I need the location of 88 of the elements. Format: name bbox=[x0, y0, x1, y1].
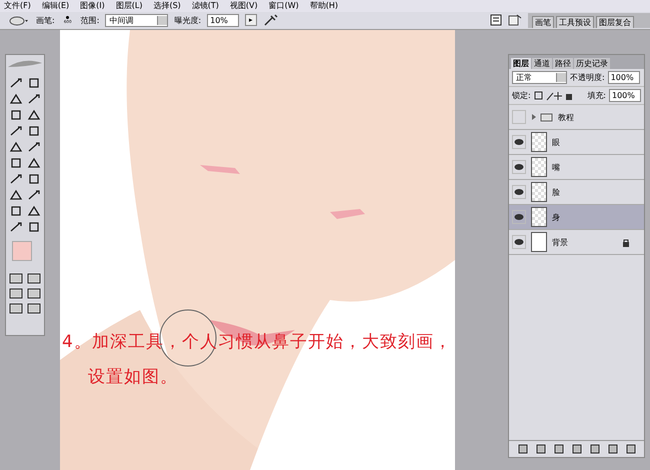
eye-icon bbox=[514, 163, 524, 171]
menu-item[interactable]: 窗口(W) bbox=[268, 0, 299, 12]
layer-thumbnail bbox=[531, 182, 547, 202]
mode-icon[interactable] bbox=[27, 303, 41, 314]
visibility-toggle[interactable] bbox=[512, 185, 526, 199]
airbrush-icon[interactable] bbox=[263, 13, 280, 28]
visibility-toggle[interactable] bbox=[512, 235, 526, 249]
panel-tab[interactable]: 图层 bbox=[511, 58, 531, 69]
tool-icon[interactable] bbox=[9, 125, 23, 137]
tool-icon[interactable] bbox=[9, 221, 23, 233]
visibility-toggle[interactable] bbox=[512, 210, 526, 224]
menu-item[interactable]: 图像(I) bbox=[80, 0, 105, 12]
fill-field[interactable]: 100% bbox=[609, 89, 641, 102]
exposure-label: 曝光度: bbox=[174, 14, 202, 26]
visibility-toggle[interactable] bbox=[512, 160, 526, 174]
visibility-toggle[interactable] bbox=[512, 110, 526, 124]
tool-icon[interactable] bbox=[9, 205, 23, 217]
palette-tab[interactable]: 画笔 bbox=[532, 16, 554, 28]
menu-item[interactable]: 选择(S) bbox=[153, 0, 181, 12]
layer-thumbnail bbox=[531, 232, 547, 252]
layer-thumbnail bbox=[531, 132, 547, 152]
layer-row[interactable]: 背景 bbox=[509, 230, 644, 255]
tool-icon[interactable] bbox=[9, 93, 23, 105]
palette-tab[interactable]: 工具预设 bbox=[556, 16, 594, 28]
blend-mode-dropdown[interactable]: 正常 bbox=[512, 71, 567, 84]
menu-item[interactable]: 编辑(E) bbox=[42, 0, 70, 12]
layer-thumbnail bbox=[531, 157, 547, 177]
eye-icon bbox=[514, 238, 524, 246]
layer-row[interactable]: 眼 bbox=[509, 130, 644, 155]
tool-icon[interactable] bbox=[9, 109, 23, 121]
visibility-toggle[interactable] bbox=[512, 135, 526, 149]
foreground-color-swatch[interactable] bbox=[12, 241, 32, 261]
eye-icon bbox=[514, 188, 524, 196]
tool-icon[interactable] bbox=[27, 189, 41, 201]
tool-icon[interactable] bbox=[27, 221, 41, 233]
tool-icon[interactable] bbox=[9, 77, 23, 89]
layer-thumbnail bbox=[531, 207, 547, 227]
tool-icon[interactable] bbox=[27, 77, 41, 89]
lock-icon bbox=[622, 238, 630, 246]
tool-icon[interactable] bbox=[27, 125, 41, 137]
fill-label: 填充: bbox=[587, 90, 606, 101]
layer-name: 脸 bbox=[552, 186, 560, 198]
opacity-label: 不透明度: bbox=[570, 72, 605, 83]
menu-item[interactable]: 视图(V) bbox=[230, 0, 258, 12]
folder-icon bbox=[531, 112, 553, 122]
mode-icon[interactable] bbox=[27, 273, 41, 284]
eye-icon bbox=[514, 213, 524, 221]
mode-icon[interactable] bbox=[9, 273, 23, 284]
tool-icon[interactable] bbox=[9, 173, 23, 185]
tool-icon[interactable] bbox=[27, 205, 41, 217]
lock-options-icon[interactable] bbox=[534, 90, 574, 100]
panel-tab[interactable]: 通道 bbox=[532, 58, 552, 69]
layer-name: 教程 bbox=[558, 112, 574, 122]
document-icon[interactable] bbox=[508, 14, 522, 26]
tool-icon[interactable] bbox=[9, 189, 23, 201]
opacity-field[interactable]: 100% bbox=[608, 71, 640, 84]
layer-row[interactable]: 教程 bbox=[509, 105, 644, 130]
caption-text: 设置如图。 bbox=[88, 366, 179, 388]
tool-icon[interactable] bbox=[27, 141, 41, 153]
exposure-field[interactable]: 10% bbox=[207, 14, 240, 27]
tool-icon[interactable] bbox=[27, 93, 41, 105]
menu-item[interactable]: 图层(L) bbox=[116, 0, 142, 12]
tool-icon[interactable] bbox=[27, 157, 41, 169]
layer-row[interactable]: 身 bbox=[509, 205, 644, 230]
layer-row[interactable]: 嘴 bbox=[509, 155, 644, 180]
panel-tab[interactable]: 路径 bbox=[553, 58, 573, 69]
brush-label: 画笔: bbox=[36, 14, 55, 26]
tool-icon[interactable] bbox=[27, 109, 41, 121]
lock-label: 锁定: bbox=[512, 90, 531, 101]
palette-tab[interactable]: 图层复合 bbox=[596, 16, 634, 28]
menu-item[interactable]: 滤镜(T) bbox=[192, 0, 219, 12]
menu-item[interactable]: 帮助(H) bbox=[310, 0, 338, 12]
mode-icon[interactable] bbox=[27, 288, 41, 299]
range-dropdown[interactable]: 中间调 bbox=[105, 14, 168, 27]
menu-item[interactable]: 文件(F) bbox=[4, 0, 31, 12]
tool-icon[interactable] bbox=[27, 173, 41, 185]
layer-name: 眼 bbox=[552, 136, 560, 148]
tool-icon[interactable] bbox=[9, 141, 23, 153]
panel-tab[interactable]: 历史记录 bbox=[574, 58, 610, 69]
layer-name: 嘴 bbox=[552, 162, 560, 172]
mode-icon[interactable] bbox=[9, 303, 23, 314]
tool-icon[interactable] bbox=[9, 157, 23, 169]
layer-name: 身 bbox=[552, 212, 560, 222]
range-label: 范围: bbox=[80, 14, 100, 26]
mode-icon[interactable] bbox=[9, 288, 23, 299]
palette-icon[interactable] bbox=[490, 14, 502, 26]
eye-icon bbox=[514, 138, 524, 146]
layer-name: 背景 bbox=[552, 236, 568, 248]
